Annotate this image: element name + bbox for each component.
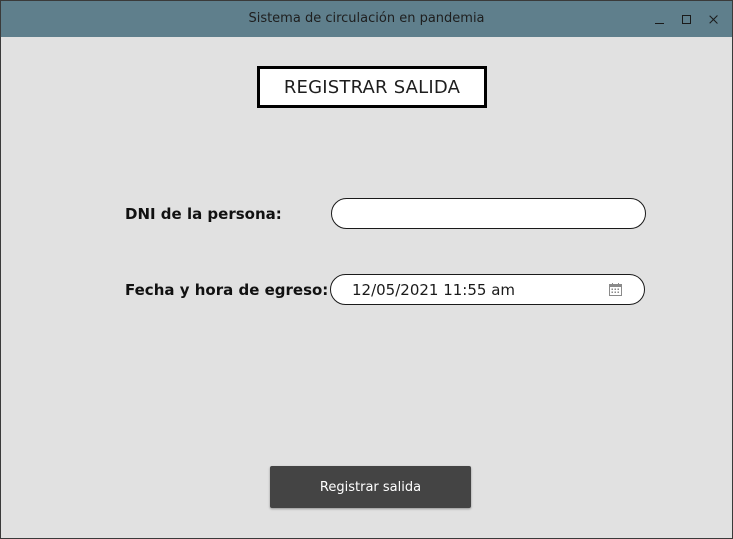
dni-input[interactable] — [331, 198, 646, 229]
maximize-icon — [681, 14, 691, 24]
calendar-icon[interactable] — [608, 283, 622, 297]
close-button[interactable] — [703, 9, 723, 29]
maximize-button[interactable] — [676, 9, 696, 29]
fecha-egreso-picker[interactable]: 12/05/2021 11:55 am — [330, 274, 645, 305]
fecha-egreso-value: 12/05/2021 11:55 am — [352, 280, 516, 299]
minimize-icon — [654, 23, 664, 24]
page-title: REGISTRAR SALIDA — [283, 76, 461, 98]
minimize-button[interactable] — [649, 9, 669, 29]
registrar-salida-button[interactable]: Registrar salida — [270, 466, 471, 508]
title-bar[interactable]: Sistema de circulación en pandemia — [1, 1, 732, 37]
app-window: Sistema de circulación en pandemia REGIS… — [0, 0, 733, 539]
fecha-label: Fecha y hora de egreso: — [125, 281, 329, 299]
page-title-box: REGISTRAR SALIDA — [257, 66, 487, 108]
close-icon — [708, 14, 719, 25]
dni-label: DNI de la persona: — [125, 205, 282, 223]
window-title: Sistema de circulación en pandemia — [248, 11, 485, 26]
